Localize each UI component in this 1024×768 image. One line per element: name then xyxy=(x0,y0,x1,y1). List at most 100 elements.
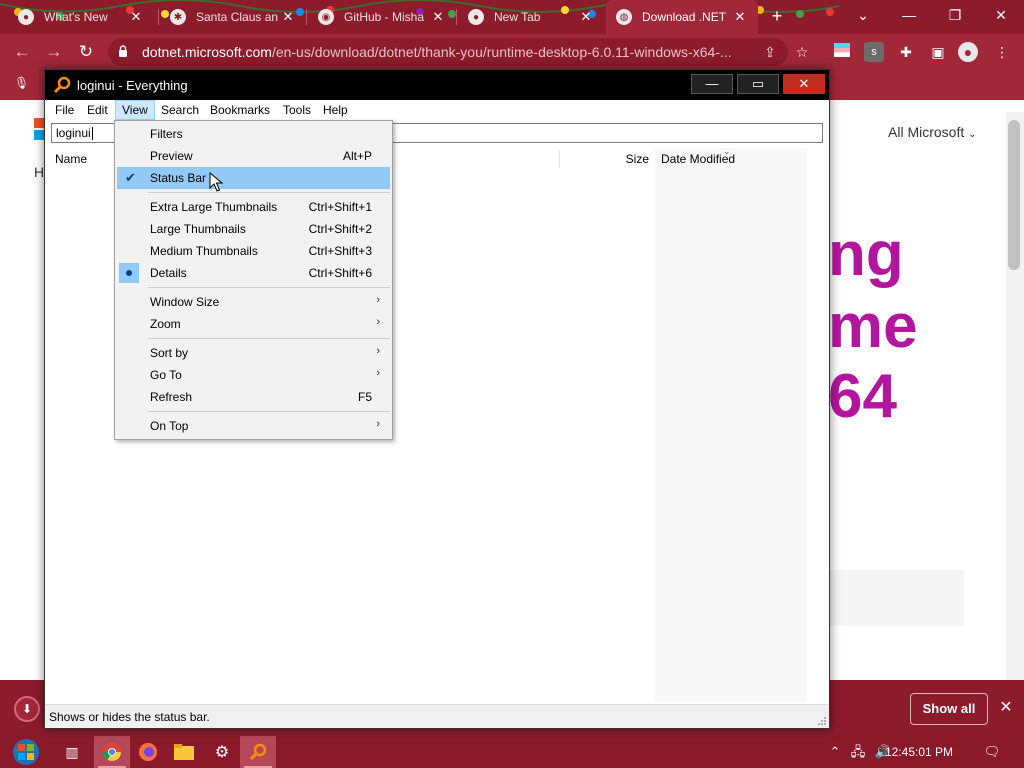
menu-item-zoom[interactable]: Zoom › xyxy=(117,313,390,335)
column-header-date-modified[interactable]: Date Modified ⌄ xyxy=(655,146,807,170)
results-scrollbar[interactable] xyxy=(809,170,827,702)
tab-label: GitHub - Misha xyxy=(344,10,425,24)
minimize-icon[interactable]: — xyxy=(886,0,932,30)
download-item-icon[interactable]: ⬇ xyxy=(14,696,40,722)
close-icon[interactable]: ✕ xyxy=(732,9,748,25)
chrome-taskbar-icon[interactable] xyxy=(94,736,130,768)
maximize-button[interactable]: ▭ xyxy=(737,74,779,94)
back-icon[interactable]: ← xyxy=(10,40,34,64)
menu-item-large-thumbnails[interactable]: Large Thumbnails Ctrl+Shift+2 xyxy=(117,218,390,240)
extension-flag-icon[interactable] xyxy=(832,42,852,62)
menu-item-shortcut: Ctrl+Shift+3 xyxy=(308,244,372,258)
bookmark-star-icon[interactable]: ☆ xyxy=(792,42,812,62)
submenu-arrow-icon: › xyxy=(376,367,380,379)
extensions-puzzle-icon[interactable]: ✚ xyxy=(896,42,916,62)
microphone-icon[interactable]: 🎙 xyxy=(14,76,29,90)
menu-view[interactable]: View xyxy=(115,100,155,120)
menu-item-window-size[interactable]: Window Size › xyxy=(117,291,390,313)
menu-item-on-top[interactable]: On Top › xyxy=(117,415,390,437)
submenu-arrow-icon: › xyxy=(376,294,380,306)
side-panel-icon[interactable]: ▣ xyxy=(928,42,948,62)
tab-download-dotnet[interactable]: ◍ Download .NET ✕ xyxy=(606,0,758,34)
tab-label: What's New xyxy=(44,10,108,24)
menu-item-label: Sort by xyxy=(150,346,189,360)
menu-bookmarks[interactable]: Bookmarks xyxy=(204,100,276,120)
menu-item-filters[interactable]: Filters xyxy=(117,123,390,145)
close-window-icon[interactable]: ✕ xyxy=(978,0,1024,30)
microsoft-logo-icon xyxy=(34,118,44,128)
close-button[interactable]: ✕ xyxy=(783,74,825,94)
menu-item-go-to[interactable]: Go To › xyxy=(117,364,390,386)
menu-edit[interactable]: Edit xyxy=(81,100,114,120)
page-fragment-text: H xyxy=(34,164,45,180)
page-scrollbar-thumb[interactable] xyxy=(1008,120,1020,270)
profile-avatar-icon[interactable]: ● xyxy=(958,42,978,62)
tab-label: Download .NET xyxy=(642,10,727,24)
new-tab-button[interactable]: + xyxy=(766,5,788,27)
show-all-button[interactable]: Show all xyxy=(910,693,988,725)
windows-taskbar: ▥ ⚙ ⌃ 🖧 12:45:01 PM 🗨 xyxy=(0,736,1024,768)
menu-item-extra-large-thumbnails[interactable]: Extra Large Thumbnails Ctrl+Shift+1 xyxy=(117,196,390,218)
close-icon[interactable]: ✕ xyxy=(280,9,296,25)
restore-icon[interactable]: ❐ xyxy=(932,0,978,30)
everything-taskbar-icon[interactable] xyxy=(240,736,276,768)
menu-item-label: Details xyxy=(150,266,187,280)
menu-item-medium-thumbnails[interactable]: Medium Thumbnails Ctrl+Shift+3 xyxy=(117,240,390,262)
tab-whats-new[interactable]: ● What's New ✕ xyxy=(8,0,154,34)
radio-mark-box xyxy=(119,263,139,283)
tab-new-tab[interactable]: ● New Tab ✕ xyxy=(458,0,604,34)
page-heading-line: ng xyxy=(828,220,904,289)
mouse-cursor-icon xyxy=(209,172,223,192)
column-divider[interactable] xyxy=(559,150,560,168)
title-bar[interactable]: loginui - Everything — ▭ ✕ xyxy=(45,70,829,100)
tab-separator xyxy=(456,9,457,25)
kebab-menu-icon[interactable]: ⋮ xyxy=(992,42,1012,62)
search-text: loginui xyxy=(56,126,91,140)
menu-item-label: Zoom xyxy=(150,317,181,331)
microsoft-logo-icon xyxy=(34,130,44,140)
all-microsoft-link[interactable]: All Microsoft ⌄ xyxy=(888,124,977,140)
menu-item-label: Window Size xyxy=(150,295,220,309)
forward-icon[interactable]: → xyxy=(42,40,66,64)
volume-icon[interactable]: 🔊 xyxy=(874,736,892,768)
address-bar[interactable]: dotnet.microsoft.com/en-us/download/dotn… xyxy=(108,38,788,66)
column-header-size[interactable]: Size xyxy=(561,148,655,170)
settings-gear-icon[interactable]: ⚙ xyxy=(204,736,240,768)
tab-github[interactable]: ◉ GitHub - Misha ✕ xyxy=(308,0,456,34)
menu-search[interactable]: Search xyxy=(155,100,205,120)
window-title: loginui - Everything xyxy=(77,78,188,93)
minimize-button[interactable]: — xyxy=(691,74,733,94)
menu-help[interactable]: Help xyxy=(317,100,354,120)
menu-item-label: Filters xyxy=(150,127,183,141)
menu-file[interactable]: File xyxy=(49,100,80,120)
close-icon[interactable]: ✕ xyxy=(578,9,594,25)
reload-icon[interactable]: ↻ xyxy=(74,40,98,64)
close-icon[interactable]: ✕ xyxy=(430,9,446,25)
share-icon[interactable]: ⇪ xyxy=(760,42,780,62)
close-icon[interactable]: ✕ xyxy=(128,9,144,25)
menu-tools[interactable]: Tools xyxy=(277,100,317,120)
menu-item-refresh[interactable]: Refresh F5 xyxy=(117,386,390,408)
menu-item-sort-by[interactable]: Sort by › xyxy=(117,342,390,364)
windows-start-icon[interactable] xyxy=(8,737,44,767)
menu-item-label: Medium Thumbnails xyxy=(150,244,258,258)
chrome-icon: ● xyxy=(468,9,484,25)
tab-santa-claus[interactable]: ✱ Santa Claus an ✕ xyxy=(160,0,306,34)
menu-item-status-bar[interactable]: ✔ Status Bar xyxy=(117,167,390,189)
url-path: /en-us/download/dotnet/thank-you/runtime… xyxy=(271,44,732,60)
menu-item-preview[interactable]: Preview Alt+P xyxy=(117,145,390,167)
lock-icon xyxy=(119,45,127,57)
close-icon[interactable]: ✕ xyxy=(996,698,1016,718)
firefox-taskbar-icon[interactable] xyxy=(130,736,166,768)
resize-grip-icon[interactable] xyxy=(817,716,827,726)
menu-item-details[interactable]: Details Ctrl+Shift+6 xyxy=(117,262,390,284)
tab-search-icon[interactable]: ⌄ xyxy=(840,0,886,30)
file-explorer-icon[interactable] xyxy=(166,736,202,768)
tray-chevron-up-icon[interactable]: ⌃ xyxy=(826,736,844,768)
notifications-icon[interactable]: 🗨 xyxy=(980,736,1004,768)
network-icon[interactable]: 🖧 xyxy=(848,736,868,768)
search-input-value: loginui xyxy=(56,126,93,141)
extension-s-icon[interactable]: s xyxy=(864,42,884,62)
task-view-icon[interactable]: ▥ xyxy=(54,736,90,768)
all-microsoft-label: All Microsoft xyxy=(888,124,965,140)
